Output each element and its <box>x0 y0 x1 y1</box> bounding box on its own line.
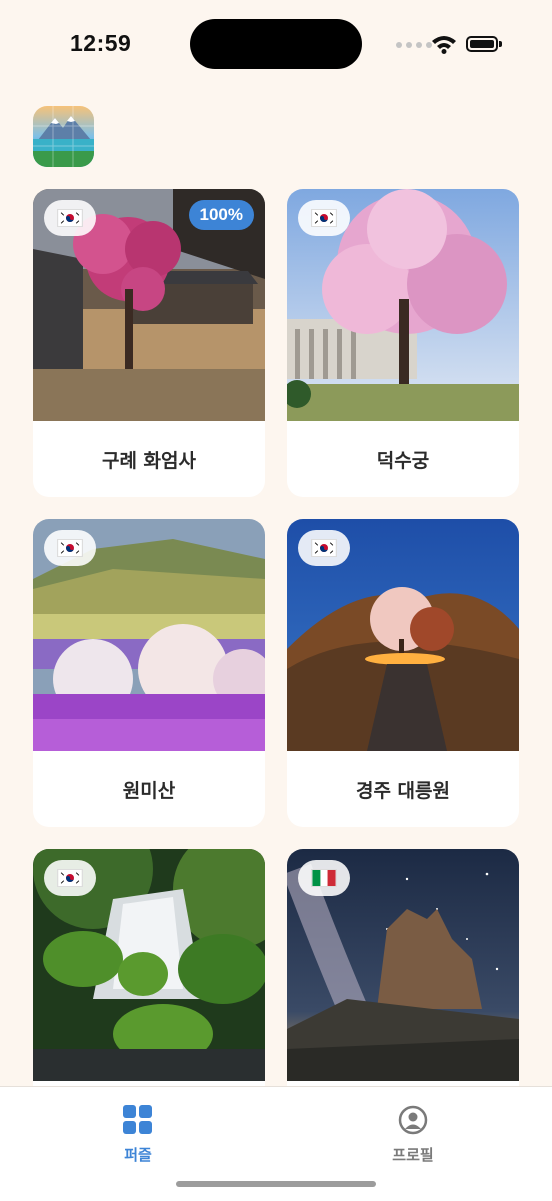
puzzle-title: 원미산 <box>122 779 176 802</box>
flag-badge <box>298 530 350 566</box>
wifi-icon <box>432 36 456 54</box>
puzzle-card[interactable]: 100% 구례 화엄사 <box>33 189 265 497</box>
tab-label: 퍼즐 <box>124 1146 152 1164</box>
puzzle-card[interactable]: 원미산 <box>33 519 265 827</box>
status-bar: 12:59 <box>0 0 552 90</box>
korea-flag-icon <box>311 539 337 557</box>
flag-badge <box>298 200 350 236</box>
tab-profile[interactable]: 프로필 <box>363 1105 463 1165</box>
korea-flag-icon <box>311 209 337 227</box>
home-indicator <box>176 1181 376 1187</box>
italy-flag-icon <box>311 869 337 887</box>
dynamic-island <box>190 19 362 69</box>
puzzle-title: 구례 화엄사 <box>101 449 196 472</box>
flag-badge <box>44 200 96 236</box>
puzzle-card[interactable]: 덕수궁 <box>287 189 519 497</box>
app-logo <box>33 106 94 167</box>
status-time: 12:59 <box>70 30 132 56</box>
puzzle-card[interactable]: 경주 대릉원 <box>287 519 519 827</box>
puzzle-title: 덕수궁 <box>376 449 430 472</box>
cellular-signal-icon <box>396 42 432 48</box>
battery-icon <box>466 36 502 52</box>
grid-icon <box>123 1105 152 1134</box>
tab-puzzle[interactable]: 퍼즐 <box>88 1105 188 1165</box>
flag-badge <box>298 860 350 896</box>
flag-badge <box>44 530 96 566</box>
puzzle-title: 경주 대릉원 <box>355 779 450 802</box>
progress-badge: 100% <box>188 200 254 230</box>
korea-flag-icon <box>57 539 83 557</box>
tab-label: 프로필 <box>392 1146 434 1164</box>
profile-icon <box>398 1105 428 1135</box>
flag-badge <box>44 860 96 896</box>
korea-flag-icon <box>57 869 83 887</box>
korea-flag-icon <box>57 209 83 227</box>
